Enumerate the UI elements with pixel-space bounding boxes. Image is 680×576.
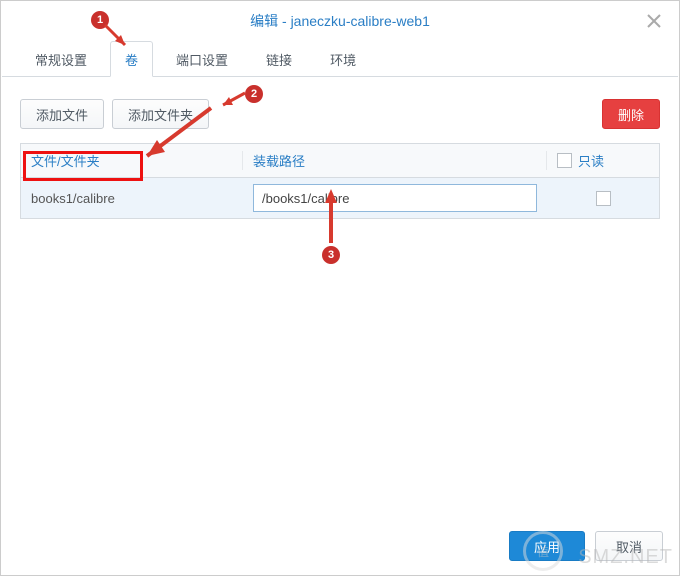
tab-env[interactable]: 环境 (315, 41, 371, 77)
tab-ports[interactable]: 端口设置 (161, 41, 243, 77)
tab-links[interactable]: 链接 (251, 41, 307, 77)
watermark-circle: 值 (523, 531, 563, 571)
col-readonly-label: 只读 (578, 151, 604, 170)
watermark: SMZ.NET (578, 546, 673, 569)
add-file-button[interactable]: 添加文件 (20, 99, 104, 129)
readonly-all-checkbox[interactable] (557, 153, 572, 168)
col-readonly-header[interactable]: 只读 (547, 151, 659, 170)
highlight-file (23, 151, 143, 181)
delete-button[interactable]: 删除 (602, 99, 660, 129)
mount-path-input[interactable] (253, 184, 537, 212)
col-mount-header[interactable]: 装载路径 (243, 151, 547, 170)
tab-volumes[interactable]: 卷 (110, 41, 153, 77)
annotation-3: 3 (322, 246, 340, 264)
close-icon[interactable] (644, 11, 664, 31)
readonly-checkbox[interactable] (596, 191, 611, 206)
add-folder-button[interactable]: 添加文件夹 (112, 99, 209, 129)
tabs: 常规设置 卷 端口设置 链接 环境 (2, 41, 678, 77)
cell-file: books1/calibre (21, 191, 243, 206)
tab-general[interactable]: 常规设置 (20, 41, 102, 77)
page-title: 编辑 - janeczku-calibre-web1 (250, 11, 430, 31)
table-row[interactable]: books1/calibre (21, 178, 659, 218)
